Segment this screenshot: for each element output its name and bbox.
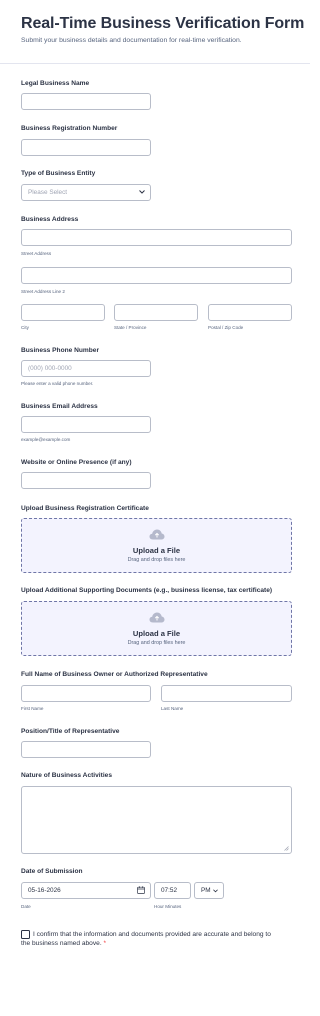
chevron-down-icon [139,185,145,200]
state-input[interactable] [114,304,198,321]
zip-sublabel: Postal / Zip Code [208,325,244,330]
required-mark: * [103,940,107,947]
upload-registration-sub: Drag and drop files here [127,557,186,563]
representative-label: Full Name of Business Owner or Authorize… [21,671,208,678]
date-value: 05-16-2026 [28,887,61,894]
upload-registration-dropzone[interactable]: Upload a File Drag and drop files here [21,518,292,573]
first-name-sublabel: First Name [21,706,44,711]
ampm-value: PM [201,887,211,894]
last-name-sublabel: Last Name [161,706,184,711]
nature-label: Nature of Business Activities [21,772,112,779]
upload-supporting-sub: Drag and drop files here [127,640,186,646]
street-address-2-input[interactable] [21,267,292,284]
position-label: Position/Title of Representative [21,728,120,735]
confirm-text: I confirm that the information and docum… [21,930,281,948]
confirm-checkbox[interactable] [21,930,30,939]
cloud-upload-icon [149,612,165,623]
phone-input[interactable]: (000) 000-0000 [21,360,151,377]
legal-name-label: Legal Business Name [21,80,90,87]
entity-type-selected: Please Select [28,189,68,196]
street-address-input[interactable] [21,229,292,246]
chevron-down-icon [213,889,218,893]
street-address-2-sublabel: Street Address Line 2 [21,289,65,294]
last-name-input[interactable] [161,685,292,702]
website-label: Website or Online Presence (if any) [21,459,132,466]
resize-handle-icon[interactable] [284,846,289,851]
email-label: Business Email Address [21,403,98,410]
page-title: Real-Time Business Verification Form [21,15,305,32]
phone-label: Business Phone Number [21,347,100,354]
state-sublabel: State / Province [114,325,147,330]
calendar-icon[interactable] [137,886,145,894]
date-input[interactable]: 05-16-2026 [21,882,151,899]
page-subtitle: Submit your business details and documen… [21,37,242,44]
ampm-select[interactable]: PM [194,882,224,899]
legal-name-input[interactable] [21,93,151,110]
zip-input[interactable] [208,304,292,321]
upload-supporting-title: Upload a File [132,629,181,638]
email-sublabel: example@example.com [21,437,71,442]
submission-date-label: Date of Submission [21,868,83,875]
phone-sublabel: Please enter a valid phone number. [21,381,94,386]
cloud-upload-icon [149,529,165,540]
registration-number-label: Business Registration Number [21,125,118,132]
form-header: Real-Time Business Verification Form Sub… [0,0,310,64]
position-input[interactable] [21,741,151,758]
time-sublabel: Hour Minutes [154,904,182,909]
website-input[interactable] [21,472,151,489]
first-name-input[interactable] [21,685,151,702]
email-input[interactable] [21,416,151,433]
address-label: Business Address [21,216,79,223]
upload-supporting-dropzone[interactable]: Upload a File Drag and drop files here [21,601,292,656]
time-input[interactable]: 07:52 [154,882,191,899]
city-input[interactable] [21,304,105,321]
confirm-label: I confirm that the information and docum… [21,931,271,947]
upload-registration-label: Upload Business Registration Certificate [21,505,149,512]
nature-textarea[interactable] [21,786,292,854]
upload-registration-title: Upload a File [132,546,181,555]
upload-supporting-label: Upload Additional Supporting Documents (… [21,587,273,594]
entity-type-select[interactable]: Please Select [21,184,151,201]
registration-number-input[interactable] [21,139,151,156]
city-sublabel: City [21,325,29,330]
date-sublabel: Date [21,904,31,909]
street-address-sublabel: Street Address [21,251,52,256]
entity-type-label: Type of Business Entity [21,170,96,177]
